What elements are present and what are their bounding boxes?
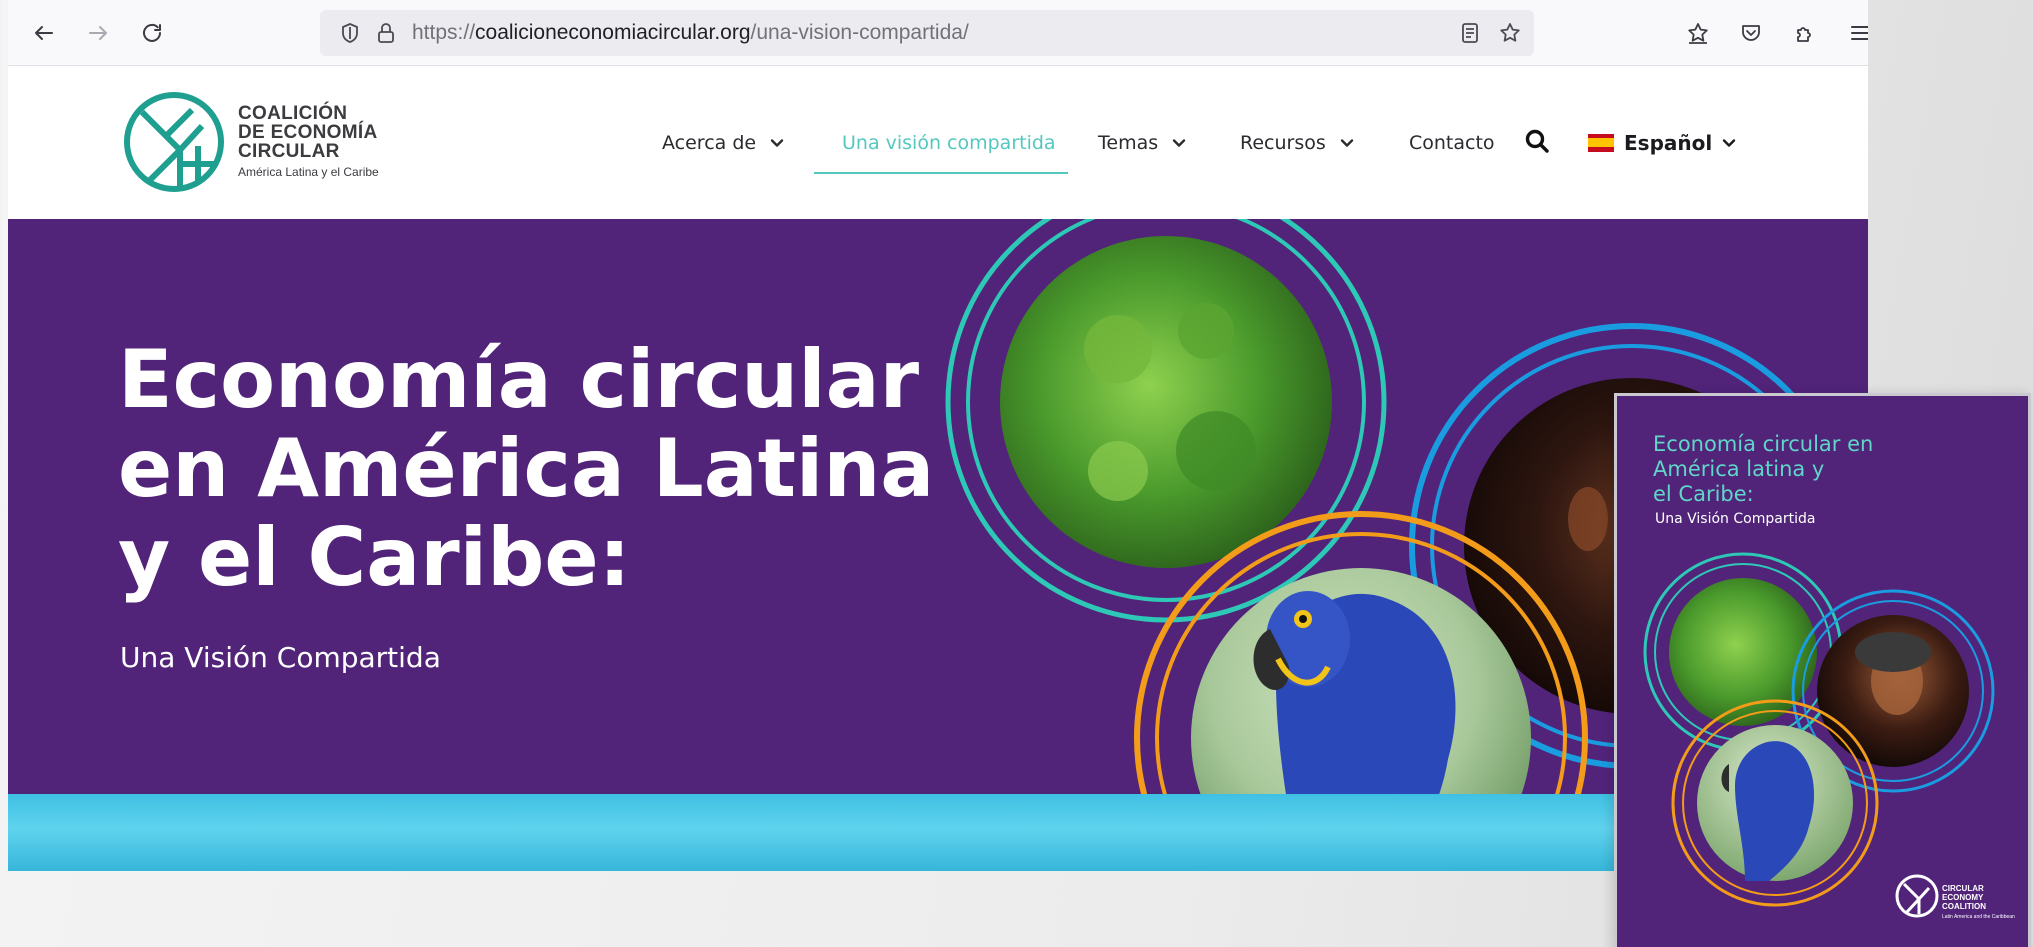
back-arrow-icon[interactable] [26, 15, 62, 51]
chevron-down-icon [770, 136, 784, 150]
logo-subtitle: América Latina y el Caribe [238, 165, 379, 179]
brochure-macaw-image [1671, 699, 1879, 907]
active-nav-underline [814, 172, 1068, 174]
pocket-icon[interactable] [1733, 15, 1769, 51]
spain-flag-icon [1588, 133, 1614, 152]
bookmarks-star-list-icon[interactable] [1680, 15, 1716, 51]
chevron-down-icon [1340, 136, 1354, 150]
lock-icon[interactable] [374, 21, 398, 45]
nav-label: Temas [1098, 131, 1159, 154]
logo-wordmark: COALICIÓN DE ECONOMÍA CIRCULAR América L… [238, 104, 379, 179]
url-text[interactable]: https://coalicioneconomiacircular.org/un… [412, 21, 969, 45]
logo-line-1: COALICIÓN [238, 103, 348, 124]
url-path: /una-vision-compartida/ [750, 21, 969, 44]
hero-subtitle: Una Visión Compartida [120, 641, 441, 674]
nav-label: Acerca de [662, 131, 757, 154]
logo-line-3: CIRCULAR [238, 141, 340, 162]
reload-icon[interactable] [134, 15, 170, 51]
nav-item-una-vision-compartida[interactable]: Una visión compartida [842, 66, 1056, 219]
brochure-title: Economía circular en América latina y el… [1653, 432, 1874, 506]
language-selector[interactable]: Español [1588, 66, 1736, 219]
brochure-cover: Economía circular en América latina y el… [1614, 393, 2031, 947]
brochure-logo-subtitle: Latin America and the Caribbean [1942, 914, 2015, 920]
extensions-puzzle-icon[interactable] [1787, 15, 1823, 51]
nav-label: Una visión compartida [842, 131, 1056, 154]
brochure-logo-wordmark: CIRCULAR ECONOMY COALITION [1942, 884, 1986, 911]
circular-economy-coalition-logo-icon [1895, 874, 1939, 918]
address-bar[interactable]: https://coalicioneconomiacircular.org/un… [320, 10, 1534, 56]
chevron-down-icon [1722, 131, 1736, 155]
hero-banner: Economía circular en América Latina y el… [8, 219, 1868, 794]
hero-title: Economía circular en América Latina y el… [118, 333, 935, 604]
url-host: coalicioneconomiacircular.org [475, 21, 751, 44]
nav-item-acerca-de[interactable]: Acerca de [662, 66, 784, 219]
nav-label: Recursos [1240, 131, 1326, 154]
search-icon[interactable] [1524, 128, 1554, 158]
site-logo[interactable]: COALICIÓN DE ECONOMÍA CIRCULAR América L… [122, 90, 392, 195]
site-header: COALICIÓN DE ECONOMÍA CIRCULAR América L… [8, 66, 1868, 219]
url-scheme: https:// [412, 21, 476, 44]
browser-toolbar: https://coalicioneconomiacircular.org/un… [8, 0, 1868, 66]
browser-window: https://coalicioneconomiacircular.org/un… [8, 0, 1868, 871]
menu-hamburger-icon[interactable] [1842, 15, 1868, 51]
nav-label: Contacto [1409, 131, 1495, 154]
nav-item-recursos[interactable]: Recursos [1240, 66, 1354, 219]
forest-canopy-image [945, 219, 1387, 623]
coalition-logo-mark-icon [124, 92, 224, 192]
nav-item-contacto[interactable]: Contacto [1409, 66, 1495, 219]
shield-icon[interactable] [338, 21, 362, 45]
brochure-logo-text: CIRCULAR ECONOMY COALITION Latin America … [1942, 884, 2015, 922]
chevron-down-icon [1172, 136, 1186, 150]
bookmark-star-icon[interactable] [1498, 21, 1522, 45]
water-band-image [8, 794, 1868, 871]
language-label: Español [1624, 130, 1713, 155]
nav-item-temas[interactable]: Temas [1098, 66, 1186, 219]
reader-view-icon[interactable] [1458, 21, 1482, 45]
forward-arrow-icon[interactable] [80, 15, 116, 51]
logo-line-2: DE ECONOMÍA [238, 122, 378, 143]
brochure-subtitle: Una Visión Compartida [1655, 511, 1816, 527]
